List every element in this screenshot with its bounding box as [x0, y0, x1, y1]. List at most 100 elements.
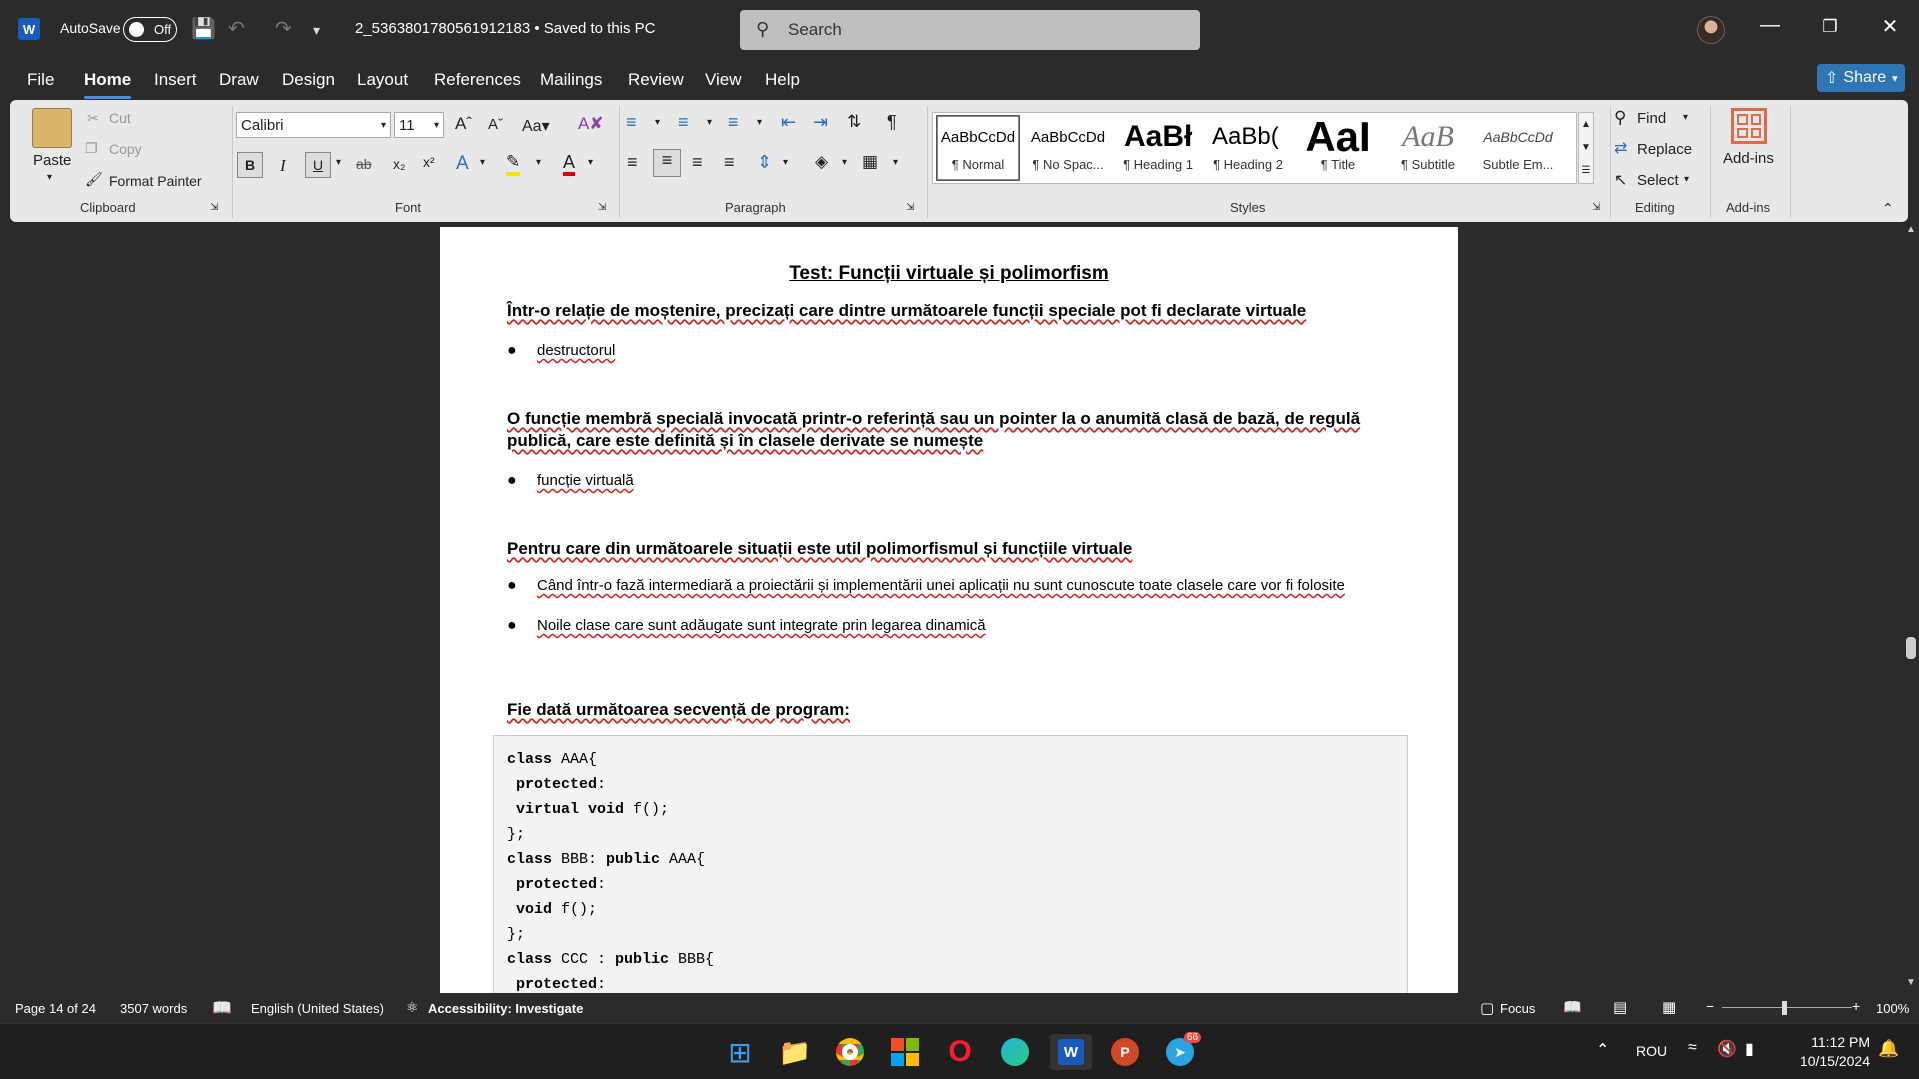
minimize-icon[interactable]: —	[1750, 14, 1790, 37]
dialog-launcher-icon[interactable]: ⇲	[1592, 202, 1600, 213]
collapse-ribbon-icon[interactable]: ⌃	[1882, 200, 1894, 217]
find-button[interactable]: Find	[1637, 110, 1666, 127]
italic-button[interactable]: I	[280, 156, 286, 176]
start-icon[interactable]: ⊞	[722, 1034, 758, 1070]
align-right-icon[interactable]: ≡	[692, 152, 703, 173]
proofing-icon[interactable]: 📖	[212, 998, 232, 1018]
change-case-icon[interactable]: Aa▾	[522, 116, 550, 136]
replace-button[interactable]: Replace	[1637, 141, 1692, 158]
show-formatting-icon[interactable]: ¶	[887, 112, 897, 133]
cut-button[interactable]: Cut	[109, 110, 131, 126]
word-count[interactable]: 3507 words	[120, 1001, 187, 1016]
opera-icon[interactable]: O	[942, 1034, 978, 1070]
file-explorer-icon[interactable]: 📁	[777, 1034, 813, 1070]
style-no-spacing[interactable]: AaBbCcDd ¶ No Spac...	[1027, 116, 1109, 180]
read-mode-icon[interactable]: 📖	[1563, 998, 1582, 1016]
superscript-button[interactable]: x²	[423, 154, 435, 170]
user-avatar[interactable]	[1697, 16, 1725, 44]
tab-insert[interactable]: Insert	[154, 70, 197, 90]
tab-home[interactable]: Home	[84, 70, 132, 99]
styles-scroll[interactable]: ▲ ▼ ☰	[1578, 112, 1594, 184]
clear-formatting-icon[interactable]: A✘	[578, 114, 604, 134]
underline-button[interactable]: U	[305, 152, 331, 178]
paste-icon[interactable]	[32, 108, 72, 148]
scroll-thumb[interactable]	[1906, 637, 1916, 659]
style-subtitle[interactable]: AaB ¶ Subtitle	[1387, 116, 1469, 180]
close-icon[interactable]: ✕	[1870, 14, 1910, 39]
page-count[interactable]: Page 14 of 24	[15, 1001, 96, 1016]
tab-review[interactable]: Review	[628, 70, 684, 90]
increase-indent-icon[interactable]: ⇥	[813, 112, 828, 133]
autosave-toggle[interactable]: Off	[123, 17, 177, 42]
align-left-icon[interactable]: ≡	[627, 152, 638, 173]
powerpoint-icon[interactable]: P	[1107, 1034, 1143, 1070]
customize-qat-icon[interactable]: ▾	[313, 22, 320, 39]
numbering-icon[interactable]: ≡	[678, 112, 689, 133]
battery-icon[interactable]: ▮	[1745, 1039, 1754, 1059]
format-painter-button[interactable]: Format Painter	[109, 173, 202, 189]
highlight-color-icon[interactable]: ✎	[506, 152, 521, 176]
zoom-level[interactable]: 100%	[1876, 1001, 1909, 1016]
font-size-select[interactable]: 11 ▾	[394, 112, 444, 138]
input-language[interactable]: ROU	[1636, 1043, 1667, 1059]
grow-font-icon[interactable]: Aˆ	[455, 114, 472, 134]
undo-icon[interactable]: ↶	[228, 16, 245, 41]
language[interactable]: English (United States)	[251, 1001, 384, 1016]
copy-button[interactable]: Copy	[109, 141, 142, 157]
multilevel-list-icon[interactable]: ≡	[728, 112, 739, 133]
dialog-launcher-icon[interactable]: ⇲	[906, 202, 914, 213]
tab-draw[interactable]: Draw	[219, 70, 259, 90]
tab-design[interactable]: Design	[282, 70, 335, 90]
tab-help[interactable]: Help	[765, 70, 800, 90]
font-color-icon[interactable]: A	[563, 152, 576, 176]
chevron-down-icon[interactable]: ▾	[588, 157, 593, 168]
chevron-down-icon[interactable]: ▾	[655, 117, 660, 128]
chrome-icon[interactable]	[832, 1034, 868, 1070]
chevron-down-icon[interactable]: ▾	[47, 172, 52, 183]
style-heading-1[interactable]: AaBł ¶ Heading 1	[1117, 116, 1199, 180]
wifi-icon[interactable]: ≈	[1688, 1039, 1697, 1057]
chevron-down-icon[interactable]: ▾	[480, 157, 485, 168]
select-button[interactable]: Select	[1637, 172, 1679, 189]
microsoft-store-icon[interactable]	[887, 1034, 923, 1070]
zoom-slider-thumb[interactable]	[1782, 1001, 1787, 1015]
strikethrough-button[interactable]: ab	[356, 156, 372, 172]
word-taskbar-icon[interactable]: W	[1050, 1034, 1092, 1070]
share-button[interactable]: ⇧ Share ▾	[1817, 64, 1905, 92]
add-ins-icon[interactable]	[1731, 108, 1767, 144]
save-icon[interactable]: 💾	[191, 16, 216, 41]
tab-layout[interactable]: Layout	[357, 70, 408, 90]
chevron-down-icon[interactable]: ▾	[893, 157, 898, 168]
notification-bell-icon[interactable]: 🔔	[1878, 1039, 1899, 1059]
document-page[interactable]: Test: Funcții virtuale și polimorfism În…	[440, 227, 1458, 993]
style-normal[interactable]: AaBbCcDd ¶ Normal	[936, 115, 1020, 181]
style-title[interactable]: AaI ¶ Title	[1297, 116, 1379, 180]
telegram-icon[interactable]: ➤ 66	[1162, 1032, 1202, 1070]
chevron-down-icon[interactable]: ▾	[783, 157, 788, 168]
restore-icon[interactable]: ❐	[1810, 17, 1850, 37]
bold-button[interactable]: B	[237, 152, 263, 178]
chevron-down-icon[interactable]: ▾	[842, 157, 847, 168]
chevron-down-icon[interactable]: ▾	[336, 157, 341, 168]
web-layout-icon[interactable]: ▦	[1662, 998, 1676, 1016]
scroll-down-icon[interactable]: ▼	[1906, 977, 1916, 988]
line-spacing-icon[interactable]: ⇕	[757, 152, 772, 173]
chevron-down-icon[interactable]: ▾	[1684, 174, 1689, 185]
search-box[interactable]: ⚲ Search	[740, 10, 1200, 50]
sort-icon[interactable]: ⇅	[847, 112, 861, 132]
tab-references[interactable]: References	[434, 70, 521, 90]
volume-muted-icon[interactable]: 🔇	[1717, 1039, 1737, 1059]
edge-icon[interactable]	[997, 1034, 1033, 1070]
vertical-scrollbar[interactable]: ▲ ▼	[1903, 222, 1919, 993]
print-layout-icon[interactable]: ▤	[1613, 998, 1627, 1016]
shrink-font-icon[interactable]: Aˇ	[488, 116, 503, 133]
chevron-down-icon[interactable]: ▾	[536, 157, 541, 168]
zoom-out-icon[interactable]: −	[1706, 998, 1714, 1014]
style-heading-2[interactable]: AaBb(¶ Heading 2	[1207, 116, 1289, 180]
focus-button[interactable]: Focus	[1500, 1001, 1535, 1016]
shading-icon[interactable]: ◈	[815, 152, 828, 172]
chevron-down-icon[interactable]: ▾	[707, 117, 712, 128]
paste-button[interactable]: Paste	[33, 152, 71, 169]
tab-view[interactable]: View	[705, 70, 742, 90]
chevron-down-icon[interactable]: ▾	[1683, 112, 1688, 123]
